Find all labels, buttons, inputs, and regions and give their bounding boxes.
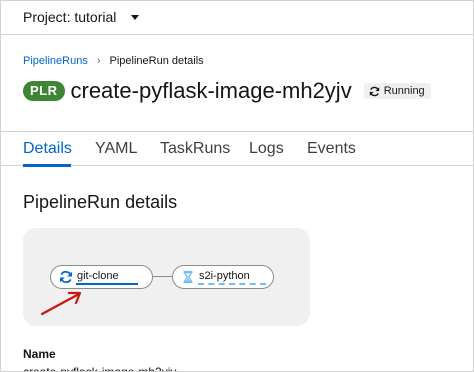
task-progress-bar [76, 283, 138, 285]
page-title: create-pyflask-image-mh2yjv [70, 78, 352, 103]
resource-badge: PLR [23, 81, 65, 101]
tab-events[interactable]: Events [307, 140, 356, 158]
task-progress-bar [198, 283, 266, 285]
chevron-right-icon: › [96, 55, 101, 67]
breadcrumb-pipelineruns-link[interactable]: PipelineRuns [23, 55, 88, 67]
status-text: Running [383, 85, 425, 97]
sync-icon [369, 86, 379, 96]
name-label: Name [23, 347, 56, 361]
graph-edge [152, 276, 172, 277]
task-label: s2i-python [199, 270, 250, 282]
name-value: create-pyflask-image-mh2yjv [23, 365, 177, 372]
task-node-s2i-python[interactable]: s2i-python [172, 265, 274, 289]
tab-logs[interactable]: Logs [249, 140, 284, 158]
tab-yaml[interactable]: YAML [95, 140, 137, 158]
task-node-git-clone[interactable]: git-clone [50, 265, 153, 289]
page-header: PLR create-pyflask-image-mh2yjv Running [23, 78, 431, 104]
tab-taskruns[interactable]: TaskRuns [160, 140, 230, 158]
status-badge: Running [363, 83, 431, 99]
project-selector[interactable]: Project: tutorial [23, 9, 116, 25]
caret-down-icon[interactable] [131, 15, 139, 20]
sync-icon [60, 270, 72, 284]
tab-details[interactable]: Details [23, 140, 72, 158]
page-frame: Project: tutorial PipelineRuns › Pipelin… [0, 0, 474, 372]
breadcrumb-current: PipelineRun details [109, 55, 204, 67]
project-bar: Project: tutorial [1, 1, 473, 35]
task-label: git-clone [77, 270, 119, 282]
hourglass-icon [183, 270, 193, 284]
section-title: PipelineRun details [23, 192, 178, 212]
tab-bar: Details YAML TaskRuns Logs Events [1, 132, 473, 166]
annotation-arrow-icon [40, 291, 82, 316]
breadcrumb: PipelineRuns › PipelineRun details [23, 55, 204, 67]
active-tab-indicator [23, 164, 71, 167]
